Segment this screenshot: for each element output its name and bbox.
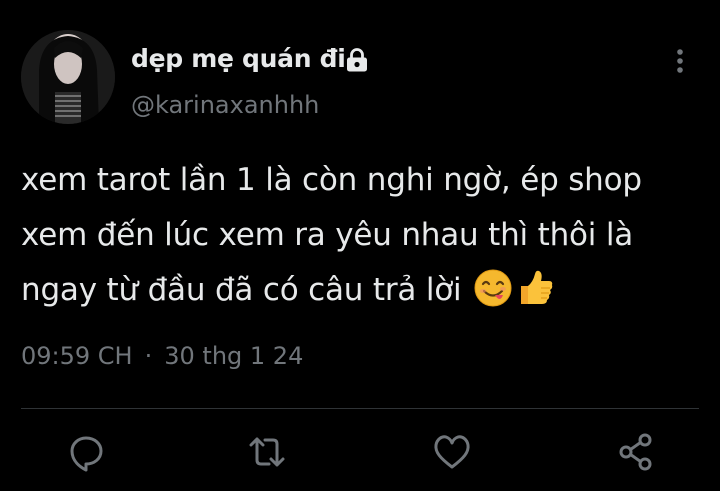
- tweet-line: xem tarot lần 1 là còn nghi ngờ, ép shop: [21, 162, 642, 198]
- divider: [21, 408, 699, 409]
- avatar[interactable]: [21, 30, 115, 124]
- heart-icon[interactable]: [430, 430, 474, 474]
- savoring-face-emoji: [473, 268, 513, 326]
- tweet-text: xem tarot lần 1 là còn nghi ngờ, ép shop…: [21, 153, 701, 326]
- thumbs-up-emoji: [515, 268, 555, 326]
- lock-icon: [343, 46, 371, 74]
- tweet-line: ngay từ đầu đã có câu trả lời: [21, 272, 462, 308]
- share-icon[interactable]: [614, 430, 658, 474]
- action-bar: [0, 430, 720, 480]
- display-name[interactable]: dẹp mẹ quán đi: [131, 44, 346, 73]
- tweet-meta: 09:59 CH · 30 thg 1 24: [21, 342, 303, 370]
- retweet-icon[interactable]: [245, 430, 289, 474]
- reply-icon[interactable]: [64, 430, 108, 474]
- tweet-card: dẹp mẹ quán đi @karinaxanhhh xem tarot l…: [0, 0, 720, 491]
- tweet-line-with-emoji: ngay từ đầu đã có câu trả lời: [21, 263, 701, 326]
- user-handle[interactable]: @karinaxanhhh: [131, 91, 319, 119]
- tweet-line: xem đến lúc xem ra yêu nhau thì thôi là: [21, 217, 634, 253]
- more-options-icon[interactable]: [670, 46, 690, 76]
- tweet-time[interactable]: 09:59 CH: [21, 342, 133, 370]
- tweet-date[interactable]: 30 thg 1 24: [164, 342, 303, 370]
- meta-separator: ·: [144, 342, 153, 370]
